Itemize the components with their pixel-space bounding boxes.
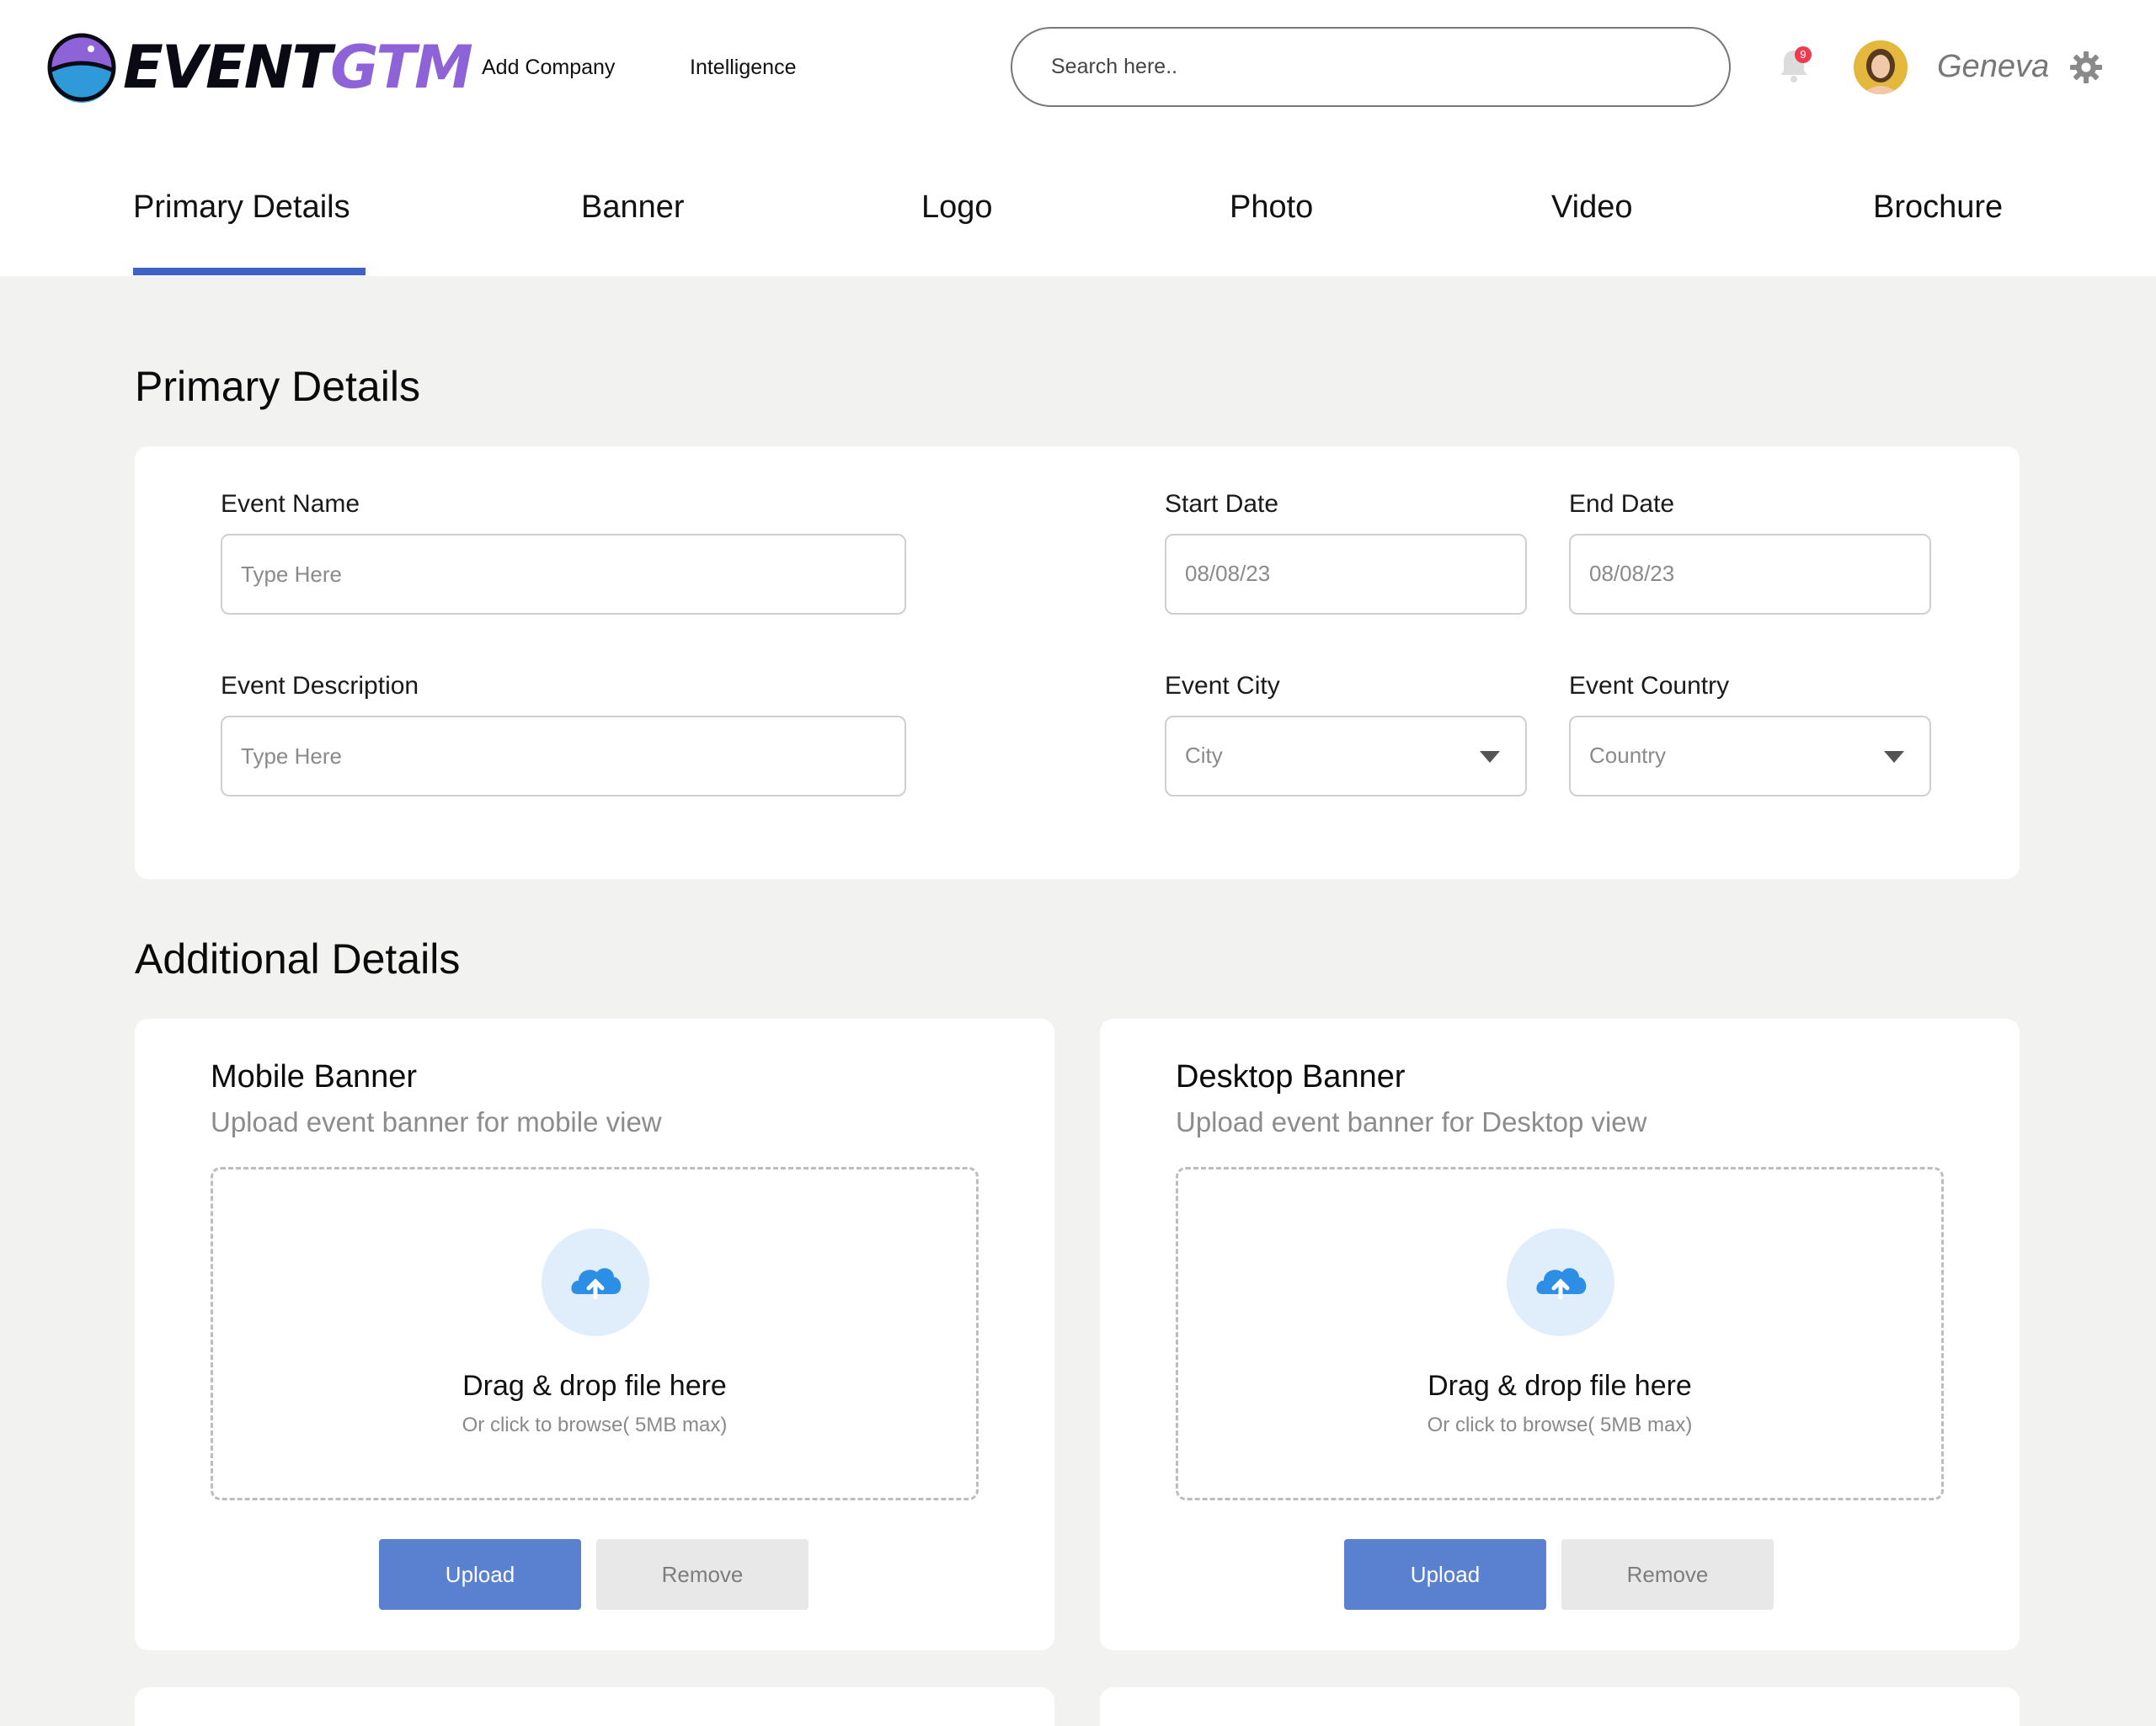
event-city-value: City — [1185, 743, 1223, 768]
event-name-field — [221, 534, 906, 615]
tab-brochure[interactable]: Brochure — [1873, 189, 2003, 226]
user-name[interactable]: Geneva — [1937, 49, 2049, 85]
additional-details-title: Additional Details — [135, 935, 461, 983]
nav-add-company[interactable]: Add Company — [482, 56, 615, 80]
desktop-banner-subtitle: Upload event banner for Desktop view — [1176, 1106, 1647, 1137]
tab-banner[interactable]: Banner — [581, 189, 685, 226]
mobile-banner-title: Mobile Banner — [211, 1059, 418, 1095]
event-country-select[interactable]: Country — [1569, 716, 1931, 796]
active-tab-indicator — [133, 268, 366, 275]
mobile-upload-button[interactable]: Upload — [379, 1539, 581, 1610]
app-logo[interactable]: EVENTGTM — [47, 30, 473, 104]
logo-mark-icon — [47, 33, 116, 103]
event-country-value: Country — [1589, 743, 1667, 768]
mobile-banner-card: Mobile Banner Upload event banner for mo… — [135, 1019, 1054, 1650]
event-description-field — [221, 716, 906, 796]
logo-text: EVENTGTM — [123, 38, 473, 97]
desktop-drop-hint: Or click to browse( 5MB max) — [1427, 1414, 1693, 1436]
start-date-value: 08/08/23 — [1185, 561, 1271, 586]
end-date-field[interactable]: 08/08/23 — [1569, 534, 1931, 615]
tab-video[interactable]: Video — [1551, 189, 1633, 226]
desktop-remove-button[interactable]: Remove — [1561, 1539, 1774, 1610]
start-date-field[interactable]: 08/08/23 — [1165, 534, 1527, 615]
search-input[interactable] — [1012, 29, 1729, 105]
event-description-input[interactable] — [222, 717, 905, 795]
event-city-label: Event City — [1165, 672, 1280, 700]
event-description-label: Event Description — [221, 672, 419, 700]
gear-icon[interactable] — [2069, 51, 2103, 84]
event-country-label: Event Country — [1569, 672, 1730, 700]
upload-cloud-icon — [542, 1228, 649, 1336]
next-card-right — [1100, 1687, 2020, 1726]
mobile-drop-hint: Or click to browse( 5MB max) — [462, 1414, 728, 1436]
chevron-down-icon — [1884, 751, 1904, 763]
tab-bar: Primary Details Banner Logo Photo Video … — [0, 173, 2156, 276]
desktop-banner-card: Desktop Banner Upload event banner for D… — [1100, 1019, 2020, 1650]
event-name-input[interactable] — [222, 535, 905, 613]
avatar[interactable] — [1854, 40, 1908, 94]
desktop-upload-button[interactable]: Upload — [1344, 1539, 1546, 1610]
mobile-banner-dropzone[interactable]: Drag & drop file here Or click to browse… — [211, 1167, 979, 1500]
search-box — [1011, 27, 1731, 107]
event-city-select[interactable]: City — [1165, 716, 1527, 796]
logo-text-accent: GTM — [330, 33, 473, 102]
desktop-drop-title: Drag & drop file here — [1428, 1370, 1692, 1402]
avatar-portrait-icon — [1854, 40, 1908, 94]
primary-details-card: Event Name Event Description Start Date … — [135, 446, 2020, 879]
logo-text-dark: EVENT — [123, 33, 332, 102]
mobile-remove-button[interactable]: Remove — [596, 1539, 808, 1610]
tab-primary-details[interactable]: Primary Details — [133, 189, 350, 226]
tab-photo[interactable]: Photo — [1230, 189, 1313, 226]
chevron-down-icon — [1480, 751, 1500, 763]
top-header: EVENTGTM Add Company Intelligence 9 Gene… — [0, 0, 2156, 276]
end-date-value: 08/08/23 — [1589, 561, 1675, 586]
mobile-banner-subtitle: Upload event banner for mobile view — [211, 1106, 662, 1137]
notification-badge: 9 — [1795, 46, 1812, 63]
mobile-drop-title: Drag & drop file here — [462, 1370, 727, 1402]
next-card-left — [135, 1687, 1054, 1726]
event-name-label: Event Name — [221, 490, 360, 518]
end-date-label: End Date — [1569, 490, 1675, 518]
upload-cloud-icon — [1507, 1228, 1614, 1336]
nav-intelligence[interactable]: Intelligence — [690, 56, 796, 80]
desktop-banner-dropzone[interactable]: Drag & drop file here Or click to browse… — [1176, 1167, 1944, 1500]
desktop-banner-title: Desktop Banner — [1176, 1059, 1406, 1095]
primary-details-title: Primary Details — [135, 363, 420, 410]
start-date-label: Start Date — [1165, 490, 1279, 518]
tab-logo[interactable]: Logo — [921, 189, 993, 226]
